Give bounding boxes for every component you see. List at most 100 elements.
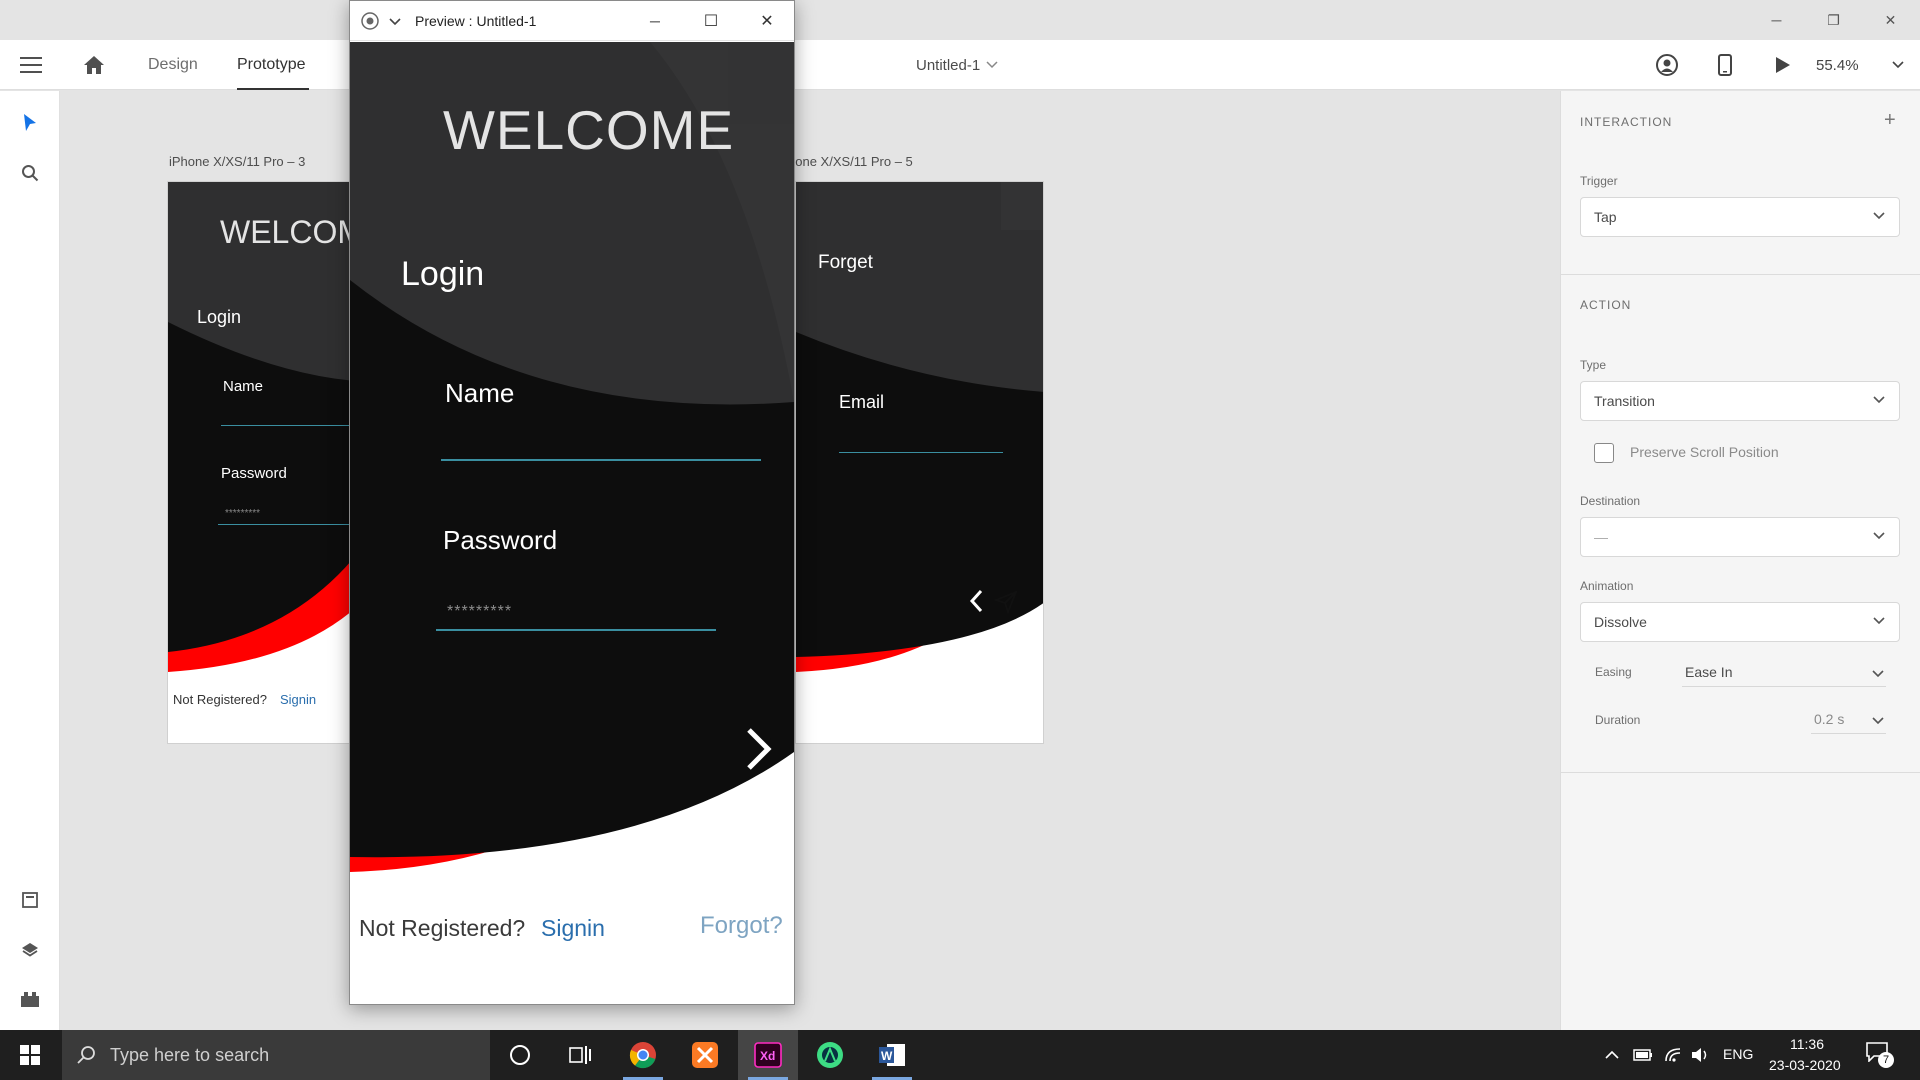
taskbar-word[interactable]: W bbox=[862, 1030, 922, 1080]
taskbar-chrome[interactable] bbox=[613, 1030, 673, 1080]
preview-background bbox=[350, 42, 794, 1004]
tab-prototype[interactable]: Prototype bbox=[237, 40, 305, 90]
zoom-tool-button[interactable] bbox=[18, 161, 42, 185]
artboard-3[interactable]: WELCOM Login Name Password ********* Not… bbox=[167, 181, 379, 744]
select-tool-button[interactable] bbox=[18, 111, 42, 135]
plugins-panel-button[interactable] bbox=[18, 987, 42, 1011]
animation-value: Dissolve bbox=[1594, 614, 1647, 630]
chevron-down-icon[interactable] bbox=[389, 18, 401, 26]
document-title[interactable]: Untitled-1 bbox=[916, 40, 998, 90]
start-button[interactable] bbox=[0, 1030, 60, 1080]
play-preview-button[interactable] bbox=[1775, 40, 1791, 90]
share-user-button[interactable] bbox=[1656, 40, 1678, 90]
preserve-scroll-checkbox[interactable] bbox=[1594, 443, 1614, 463]
home-icon bbox=[84, 56, 104, 74]
name-underline bbox=[441, 459, 761, 461]
svg-text:W: W bbox=[881, 1049, 893, 1063]
cortana-button[interactable] bbox=[490, 1030, 550, 1080]
window-close-button[interactable]: ✕ bbox=[1862, 0, 1919, 40]
window-minimize-button[interactable]: ─ bbox=[1748, 0, 1805, 40]
wifi-icon[interactable] bbox=[1664, 1047, 1682, 1063]
login-heading: Login bbox=[197, 307, 242, 327]
taskbar-xampp[interactable] bbox=[675, 1030, 735, 1080]
hamburger-menu-button[interactable] bbox=[20, 40, 42, 90]
preview-minimize-button[interactable]: ─ bbox=[632, 1, 678, 41]
type-value: Transition bbox=[1594, 393, 1655, 409]
plugin-icon bbox=[21, 992, 39, 1007]
zoom-level[interactable]: 55.4% bbox=[1816, 40, 1859, 90]
artboard-3-background bbox=[168, 182, 378, 743]
search-icon bbox=[77, 1046, 95, 1064]
home-button[interactable] bbox=[83, 40, 105, 90]
signin-link[interactable]: Signin bbox=[280, 692, 316, 707]
preview-title: Preview : Untitled-1 bbox=[415, 13, 537, 29]
section-divider bbox=[1561, 772, 1920, 773]
chevron-down-icon bbox=[1872, 717, 1884, 725]
preview-screen[interactable]: WELCOME Login Name Password ********* No… bbox=[350, 42, 794, 1004]
app-titlebar: ─ ❐ ✕ bbox=[0, 0, 1920, 40]
not-registered-text: Not Registered? bbox=[173, 692, 267, 707]
windows-taskbar: Type here to search Xd W ENG 11:36 23-03… bbox=[0, 1030, 1920, 1080]
action-section-title: ACTION bbox=[1580, 298, 1632, 312]
mobile-device-icon bbox=[1718, 54, 1732, 76]
svg-text:Xd: Xd bbox=[760, 1049, 775, 1063]
password-label: Password bbox=[221, 465, 287, 482]
email-underline bbox=[839, 452, 1003, 453]
duration-value: 0.2 s bbox=[1814, 711, 1845, 727]
notification-count-badge: 7 bbox=[1878, 1052, 1894, 1068]
forgot-link[interactable]: Forgot? bbox=[700, 912, 783, 940]
preview-titlebar[interactable]: Preview : Untitled-1 ─ ☐ ✕ bbox=[350, 1, 794, 41]
taskbar-search-placeholder: Type here to search bbox=[110, 1044, 270, 1065]
email-label: Email bbox=[839, 392, 885, 412]
canvas-area[interactable]: iPhone X/XS/11 Pro – 3 hone X/XS/11 Pro … bbox=[60, 91, 1560, 1030]
trigger-value: Tap bbox=[1594, 209, 1617, 225]
share-user-icon bbox=[1656, 54, 1678, 76]
artboard-label-3[interactable]: iPhone X/XS/11 Pro – 3 bbox=[169, 154, 305, 169]
signin-link[interactable]: Signin bbox=[541, 915, 605, 942]
back-chevron-icon[interactable] bbox=[968, 589, 984, 613]
artboard-label-5[interactable]: hone X/XS/11 Pro – 5 bbox=[788, 154, 913, 169]
preserve-scroll-label: Preserve Scroll Position bbox=[1630, 444, 1779, 460]
language-indicator[interactable]: ENG bbox=[1723, 1046, 1753, 1062]
layers-panel-button[interactable] bbox=[18, 938, 42, 962]
chrome-icon bbox=[629, 1042, 656, 1069]
next-arrow-icon[interactable] bbox=[744, 726, 774, 772]
chevron-down-icon bbox=[1872, 670, 1884, 678]
record-icon[interactable] bbox=[360, 11, 380, 31]
preview-maximize-button[interactable]: ☐ bbox=[688, 1, 734, 41]
chevron-up-icon[interactable] bbox=[1604, 1050, 1620, 1060]
task-view-button[interactable] bbox=[550, 1030, 610, 1080]
window-restore-button[interactable]: ❐ bbox=[1805, 0, 1862, 40]
clock-date[interactable]: 23-03-2020 bbox=[1769, 1057, 1841, 1073]
clock-time[interactable]: 11:36 bbox=[1790, 1036, 1824, 1052]
battery-icon[interactable] bbox=[1633, 1049, 1653, 1061]
chevron-down-icon bbox=[1873, 212, 1885, 220]
duration-select[interactable]: 0.2 s bbox=[1811, 706, 1886, 734]
taskbar-search-box[interactable]: Type here to search bbox=[62, 1030, 490, 1080]
trigger-select[interactable]: Tap bbox=[1580, 197, 1900, 237]
preview-window[interactable]: Preview : Untitled-1 ─ ☐ ✕ WELCOME Login… bbox=[349, 0, 795, 1005]
destination-select[interactable]: — bbox=[1580, 517, 1900, 557]
interaction-section-title: INTERACTION bbox=[1580, 115, 1673, 129]
taskbar-adobe-xd[interactable]: Xd bbox=[738, 1030, 798, 1080]
zoom-dropdown-button[interactable] bbox=[1892, 40, 1904, 90]
cortana-circle-icon bbox=[510, 1045, 530, 1065]
welcome-heading: WELCOM bbox=[220, 214, 364, 250]
device-preview-button[interactable] bbox=[1718, 40, 1732, 90]
animation-select[interactable]: Dissolve bbox=[1580, 602, 1900, 642]
artboard-5[interactable]: Forget Email bbox=[795, 181, 1044, 744]
animation-label: Animation bbox=[1580, 579, 1634, 593]
type-select[interactable]: Transition bbox=[1580, 381, 1900, 421]
volume-icon[interactable] bbox=[1690, 1047, 1710, 1063]
login-heading: Login bbox=[401, 255, 485, 293]
preview-close-button[interactable]: ✕ bbox=[744, 1, 790, 41]
action-center-button[interactable]: 7 bbox=[1866, 1042, 1894, 1068]
assets-panel-button[interactable] bbox=[18, 888, 42, 912]
send-icon[interactable] bbox=[994, 590, 1018, 614]
taskbar-android-studio[interactable] bbox=[800, 1030, 860, 1080]
tab-design[interactable]: Design bbox=[148, 40, 198, 90]
chevron-down-icon bbox=[1873, 396, 1885, 404]
add-interaction-button[interactable]: + bbox=[1884, 109, 1896, 132]
easing-select[interactable]: Ease In bbox=[1682, 659, 1886, 687]
destination-label: Destination bbox=[1580, 494, 1641, 508]
